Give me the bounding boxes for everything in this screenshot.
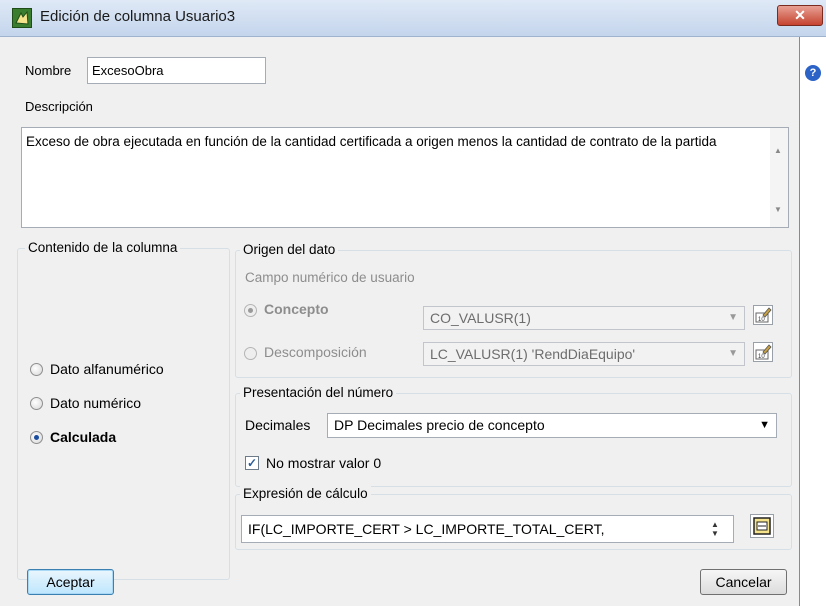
- radio-dato-alfanumerico-label: Dato alfanumérico: [50, 361, 164, 377]
- descomposicion-field-button[interactable]: 10: [753, 342, 773, 362]
- descomposicion-select-value: LC_VALUSR(1) 'RendDiaEquipo': [430, 346, 636, 362]
- window-title: Edición de columna Usuario3: [40, 8, 236, 25]
- aceptar-button[interactable]: Aceptar: [27, 569, 114, 595]
- spin-down-icon[interactable]: ▼: [711, 529, 719, 538]
- chevron-down-icon: ▼: [728, 312, 738, 323]
- nombre-label: Nombre: [25, 63, 72, 78]
- app-icon: [12, 8, 32, 28]
- decimales-select-value: DP Decimales precio de concepto: [334, 417, 545, 433]
- scroll-down-icon[interactable]: ▼: [774, 201, 782, 219]
- radio-descomposicion-label: Descomposición: [264, 344, 367, 360]
- concepto-select[interactable]: CO_VALUSR(1) ▼: [423, 306, 745, 330]
- descomposicion-select[interactable]: LC_VALUSR(1) 'RendDiaEquipo' ▼: [423, 342, 745, 366]
- descripcion-scrollbar[interactable]: ▲ ▼: [770, 128, 788, 227]
- nombre-input[interactable]: ExcesoObra: [87, 57, 266, 84]
- expresion-spinner[interactable]: ▲ ▼: [706, 516, 724, 542]
- close-button[interactable]: ✕: [777, 5, 823, 26]
- dialog-window: Edición de columna Usuario3 ✕ Nombre Exc…: [0, 0, 826, 606]
- descripcion-label: Descripción: [25, 99, 93, 114]
- no-mostrar-label: No mostrar valor 0: [266, 455, 382, 471]
- concepto-select-value: CO_VALUSR(1): [430, 310, 531, 326]
- origen-label: Origen del dato: [240, 242, 339, 257]
- expresion-editor-button[interactable]: [750, 514, 774, 538]
- contenido-group: [17, 248, 230, 580]
- presentacion-group: [235, 393, 792, 487]
- radio-concepto-label: Concepto: [264, 301, 329, 317]
- edit-field-icon: 10: [755, 307, 772, 323]
- spin-up-icon[interactable]: ▲: [711, 520, 719, 529]
- title-bar[interactable]: Edición de columna Usuario3 ✕: [0, 0, 826, 37]
- descripcion-textarea[interactable]: Exceso de obra ejecutada en función de l…: [21, 127, 789, 228]
- expresion-input[interactable]: IF(LC_IMPORTE_CERT > LC_IMPORTE_TOTAL_CE…: [241, 515, 734, 543]
- presentacion-label: Presentación del número: [240, 385, 397, 400]
- chevron-down-icon: ▼: [728, 348, 738, 359]
- radio-calculada[interactable]: [30, 431, 43, 444]
- expression-editor-icon: [753, 517, 771, 535]
- svg-text:10: 10: [758, 317, 765, 323]
- cancelar-button[interactable]: Cancelar: [700, 569, 787, 595]
- radio-dato-alfanumerico[interactable]: [30, 363, 43, 376]
- scroll-up-icon[interactable]: ▲: [774, 142, 782, 160]
- radio-dato-numerico-label: Dato numérico: [50, 395, 142, 411]
- concepto-field-button[interactable]: 10: [753, 305, 773, 325]
- radio-calculada-label: Calculada: [50, 429, 117, 445]
- no-mostrar-checkbox[interactable]: ✓: [245, 456, 259, 470]
- help-icon[interactable]: ?: [805, 65, 821, 81]
- radio-concepto[interactable]: [244, 304, 257, 317]
- decimales-select[interactable]: DP Decimales precio de concepto ▼: [327, 413, 777, 438]
- radio-dato-numerico[interactable]: [30, 397, 43, 410]
- svg-text:10: 10: [758, 354, 765, 360]
- contenido-label: Contenido de la columna: [25, 240, 181, 255]
- radio-descomposicion[interactable]: [244, 347, 257, 360]
- decimales-label: Decimales: [245, 417, 311, 433]
- origen-subtitle: Campo numérico de usuario: [245, 270, 415, 285]
- chevron-down-icon: ▼: [759, 419, 770, 431]
- expresion-label: Expresión de cálculo: [240, 486, 371, 501]
- edit-field-icon: 10: [755, 344, 772, 360]
- descripcion-text: Exceso de obra ejecutada en función de l…: [26, 134, 717, 149]
